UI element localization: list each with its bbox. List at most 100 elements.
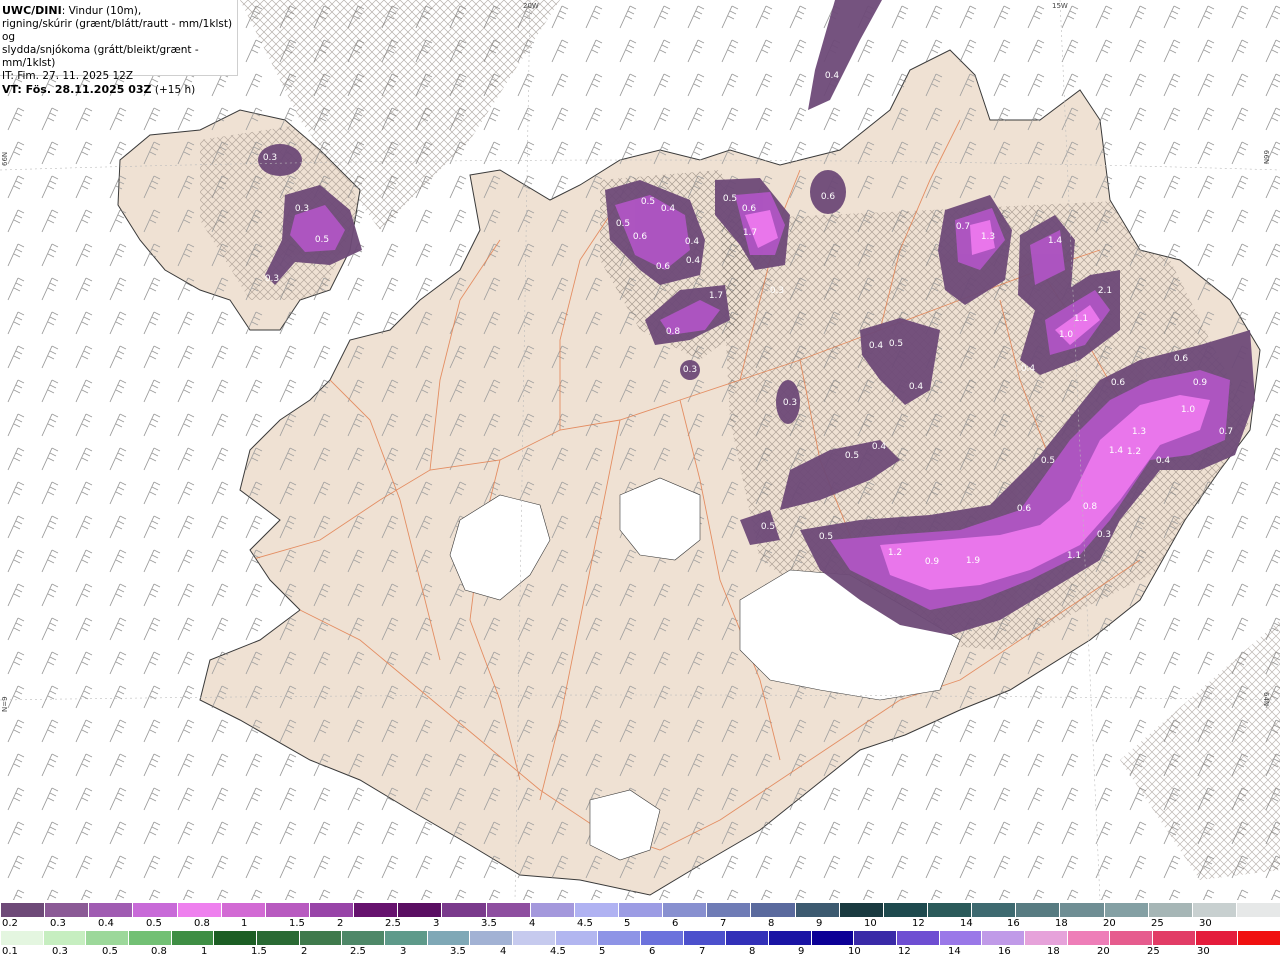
legend-label: 8 [749,946,756,957]
legend-label: 7 [720,918,727,929]
legend-label: 12 [912,918,925,929]
legend-swatch [640,931,683,945]
legend-label: 1.5 [289,918,305,929]
precip-label: 0.5 [889,339,903,349]
legend-swatch [1109,931,1153,945]
legend-label: 2 [337,918,344,929]
legend-label: 4.5 [577,918,593,929]
precip-label: 0.4 [1021,364,1036,374]
legend-swatch [853,931,897,945]
legend-label: 6 [672,918,679,929]
lat-label-right-66n: 66N [1262,150,1270,165]
legend-label: 16 [1007,918,1020,929]
legend-label: 4 [529,918,536,929]
legend-swatch [838,903,883,917]
legend-label: 10 [848,946,861,957]
legend-swatch [44,903,89,917]
precip-label: 0.3 [770,286,784,296]
legend-swatch [441,903,486,917]
legend-swatch [662,903,707,917]
legend-label: 6 [649,946,656,957]
precip-label: 1.4 [1048,236,1063,246]
legend-label: 0.5 [102,946,118,957]
legend-swatch [926,903,972,917]
legend-swatch [597,931,641,945]
precip-label: 0.3 [1097,530,1111,540]
legend-label: 4 [500,946,507,957]
lat-label-left: N=9 [1,696,9,712]
legend-label: 5 [624,918,631,929]
legend-label: 0.5 [146,918,162,929]
legend-swatch [896,931,939,945]
legend-swatch [810,931,854,945]
legend-swatch [176,903,221,917]
lon-label-20w: 20W [523,2,539,10]
title-line3: slydda/snjókoma (grátt/bleikt/grænt - mm… [2,44,199,69]
legend-swatch [469,931,513,945]
legend-swatch [938,931,982,945]
legend-label: 0.1 [2,946,18,957]
precip-label: 0.6 [1174,354,1189,364]
legend-label: 2.5 [350,946,366,957]
precip-label: 0.6 [633,232,648,242]
precip-label: 0.6 [821,192,836,202]
legend-swatch [213,931,257,945]
legend-swatch [298,931,342,945]
legend-label: 30 [1199,918,1212,929]
legend-swatch [85,931,129,945]
legend-swatch [1152,931,1195,945]
legend-swatch [128,931,171,945]
legend-label: 8 [768,918,775,929]
precip-label: 0.3 [263,153,277,163]
legend-swatch [384,931,427,945]
legend-swatch [308,903,354,917]
iceland-precip-map: 0.3 0.3 0.5 0.3 0.5 0.4 0.5 0.6 0.4 0.6 0.4 0.5 0.6 1… [0,0,1280,900]
precip-label: 0.3 [683,365,697,375]
legend-swatch [750,903,795,917]
legend-swatch [170,931,214,945]
title-line2: rigning/skúrir (grænt/blátt/rautt - mm/1… [2,18,233,43]
map-title-box: UWC/DINI: Vindur (10m), rigning/skúrir (… [0,0,238,96]
legend-swatch [1147,903,1192,917]
legend-swatch [132,903,177,917]
rain-color-scale [0,931,1280,945]
precip-label: 0.5 [845,451,859,461]
precip-label: 1.7 [709,291,723,301]
legend-swatch [256,931,299,945]
precip-label: 1.9 [966,556,981,566]
lat-label-left-66n: 66N [1,151,9,166]
precip-label: 1.2 [888,548,902,558]
legend-label: 18 [1047,946,1060,957]
legend-label: 20 [1097,946,1110,957]
legend-label: 0.8 [151,946,167,957]
precip-label: 0.4 [825,71,840,81]
legend-label: 9 [798,946,805,957]
precip-label: 0.3 [295,204,309,214]
precip-label: 0.6 [742,204,757,214]
legend-swatch [768,931,811,945]
precip-label: 0.5 [315,235,329,245]
legend-swatch [0,931,43,945]
legend-swatch [971,903,1016,917]
legend-label: 9 [816,918,823,929]
precip-label: 0.6 [1111,378,1126,388]
legend-label: 0.3 [52,946,68,957]
legend-swatch [1024,931,1067,945]
precip-label: 0.4 [1156,456,1171,466]
precip-label: 0.8 [666,327,681,337]
snow-color-scale [0,903,1280,917]
precip-label: 1.7 [743,228,757,238]
legend-swatch [573,903,618,917]
precip-label: 0.6 [1017,504,1032,514]
legend-label: 25 [1147,946,1160,957]
legend-label: 20 [1103,918,1116,929]
legend-swatch [794,903,839,917]
legend-label: 5 [599,946,606,957]
precip-label: 0.5 [761,522,775,532]
legend-swatch [706,903,751,917]
precip-label: 0.4 [872,442,887,452]
legend-swatch [485,903,530,917]
precip-label: 0.9 [925,557,940,567]
legend-swatch [981,931,1025,945]
rain-scale-labels: 0.1 0.3 0.5 0.8 1 1.5 2 2.5 3 3.5 4 4.5 5 6 7 8 9 10 12 14 1… [0,946,1280,958]
